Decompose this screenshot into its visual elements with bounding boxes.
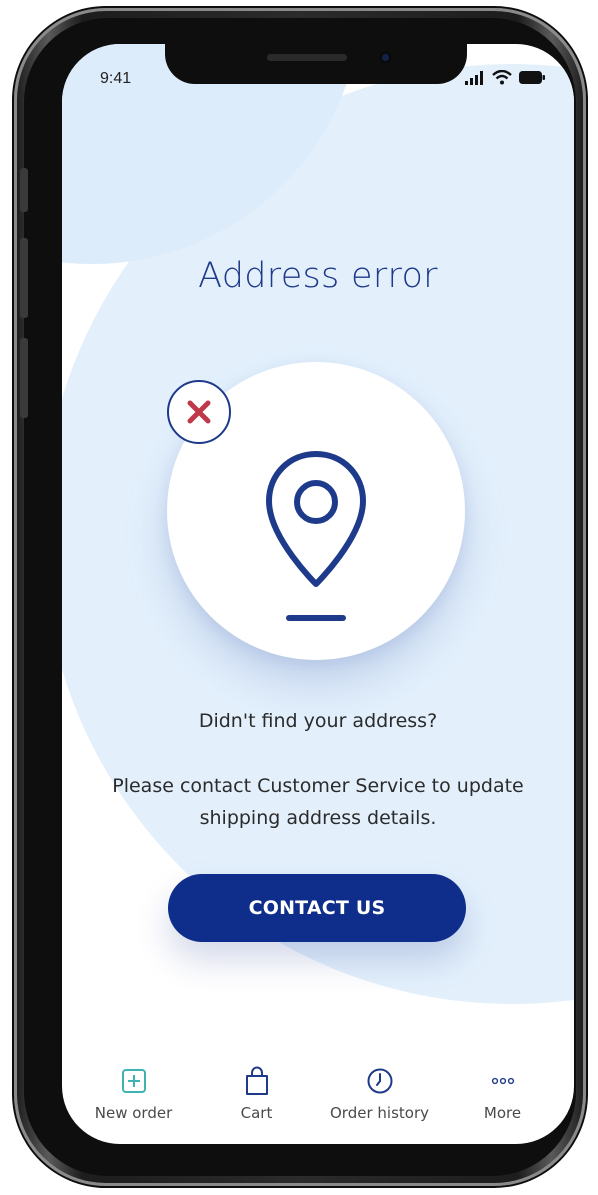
tab-label-cart: Cart <box>240 1104 273 1122</box>
front-camera <box>379 51 392 64</box>
device-notch <box>165 44 467 84</box>
speaker-grille <box>267 54 347 61</box>
tab-order-history[interactable]: Order history <box>325 1066 435 1144</box>
mute-switch <box>20 168 28 212</box>
clock-icon <box>367 1068 392 1094</box>
wifi-icon <box>492 70 512 85</box>
app-screen: 9:41 Address error Didn't find your addr… <box>62 44 574 1144</box>
tab-cart[interactable]: Cart <box>202 1066 312 1144</box>
tab-label-order-history: Order history <box>330 1104 429 1122</box>
contact-us-button[interactable]: CONTACT US <box>168 874 466 942</box>
volume-up-button <box>20 238 28 318</box>
tab-more[interactable]: More <box>448 1066 558 1144</box>
error-badge <box>167 380 231 444</box>
error-detail-text: Please contact Customer Service to updat… <box>112 775 524 829</box>
page-title: Address error <box>198 256 438 296</box>
status-time: 9:41 <box>100 70 132 87</box>
battery-icon <box>519 71 545 84</box>
close-x-icon <box>187 400 211 424</box>
plus-square-icon <box>121 1069 146 1093</box>
tab-new-order[interactable]: New order <box>79 1066 189 1144</box>
status-icons <box>465 70 546 85</box>
tab-label-new-order: New order <box>94 1104 173 1122</box>
volume-down-button <box>20 338 28 418</box>
more-dots-icon <box>491 1077 514 1085</box>
tab-label-more: More <box>483 1104 522 1122</box>
bottom-tab-bar: New order Cart Order history More <box>62 1066 574 1144</box>
error-question-text: Didn't find your address? <box>198 710 438 732</box>
cellular-signal-icon <box>465 70 483 85</box>
shopping-bag-icon <box>245 1066 268 1095</box>
location-pin-icon <box>266 451 366 621</box>
